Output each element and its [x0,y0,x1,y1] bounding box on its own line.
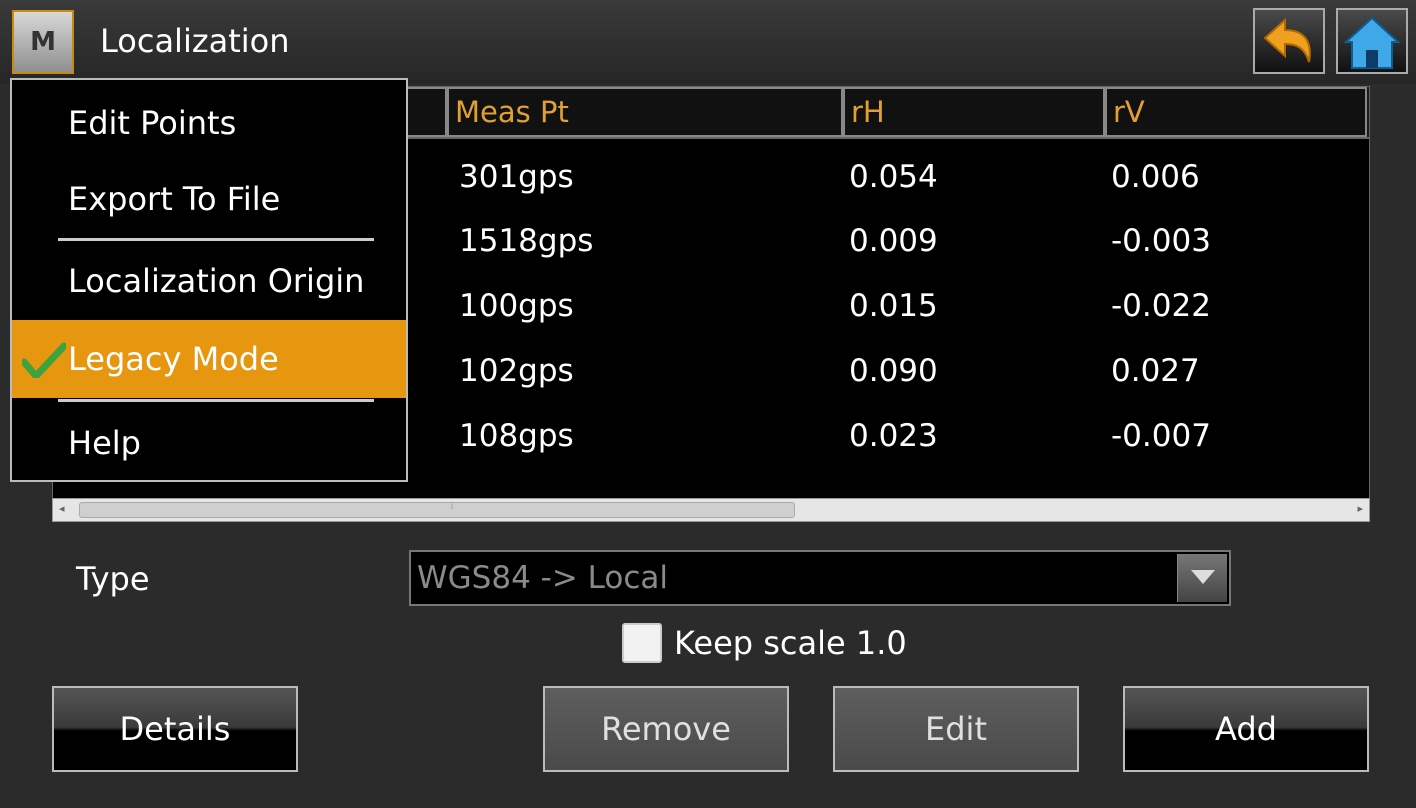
meas-pt-cell: 301gps [459,159,574,195]
type-label: Type [76,560,150,598]
menu-divider [58,399,374,402]
horizontal-scrollbar[interactable]: ◂ ⦙ ▸ [52,498,1370,522]
rh-cell: 0.090 [849,353,938,389]
type-select[interactable]: WGS84 -> Local [409,550,1231,606]
rv-cell: -0.003 [1111,223,1211,259]
column-header-rv[interactable]: rV [1105,87,1367,137]
home-icon [1343,16,1401,69]
undo-arrow-icon [1263,17,1311,63]
rv-cell: -0.007 [1111,418,1211,454]
menu-item-localization-origin[interactable]: Localization Origin [12,242,406,320]
rv-cell: 0.006 [1111,159,1200,195]
keep-scale-label[interactable]: Keep scale 1.0 [674,624,907,662]
column-header-meas-pt[interactable]: Meas Pt [447,87,843,137]
menu-divider [58,238,374,241]
column-header-rh[interactable]: rH [843,87,1105,137]
meas-pt-cell: 108gps [459,418,574,454]
scroll-left-icon[interactable]: ◂ [59,502,65,515]
remove-button[interactable]: Remove [543,686,789,772]
menu-item-label: Help [68,424,141,462]
meas-pt-cell: 102gps [459,353,574,389]
menu-item-help[interactable]: Help [12,404,406,480]
menu-button[interactable]: M [12,10,74,74]
menu-icon: M [30,27,56,57]
rv-cell: -0.022 [1111,288,1211,324]
rh-cell: 0.023 [849,418,938,454]
details-button-label: Details [119,710,231,748]
title-bar: M Localization [0,0,1416,84]
edit-button-label: Edit [925,710,987,748]
chevron-down-icon [1191,570,1215,584]
menu-item-label: Export To File [68,180,281,218]
home-button[interactable] [1336,8,1408,74]
details-button[interactable]: Details [52,686,298,772]
scroll-thumb[interactable] [79,502,795,518]
rh-cell: 0.015 [849,288,938,324]
options-menu: Edit Points Export To File Localization … [10,78,408,482]
menu-item-label: Edit Points [68,104,237,142]
meas-pt-cell: 100gps [459,288,574,324]
menu-item-export-to-file[interactable]: Export To File [12,160,406,236]
edit-button[interactable]: Edit [833,686,1079,772]
menu-item-label: Legacy Mode [68,340,279,378]
add-button-label: Add [1215,710,1277,748]
rv-cell: 0.027 [1111,353,1200,389]
back-button[interactable] [1253,8,1325,74]
rh-cell: 0.054 [849,159,938,195]
menu-item-legacy-mode[interactable]: Legacy Mode [12,320,406,398]
rh-cell: 0.009 [849,223,938,259]
type-select-value: WGS84 -> Local [417,560,669,596]
keep-scale-checkbox[interactable] [622,623,662,663]
scroll-grip-icon: ⦙ [451,501,454,512]
meas-pt-cell: 1518gps [459,223,594,259]
scroll-right-icon[interactable]: ▸ [1357,502,1363,515]
type-select-toggle[interactable] [1177,554,1227,602]
add-button[interactable]: Add [1123,686,1369,772]
menu-item-label: Localization Origin [68,262,365,300]
menu-item-edit-points[interactable]: Edit Points [12,82,406,160]
page-title: Localization [100,22,290,60]
remove-button-label: Remove [601,710,731,748]
checkmark-icon [22,342,66,378]
